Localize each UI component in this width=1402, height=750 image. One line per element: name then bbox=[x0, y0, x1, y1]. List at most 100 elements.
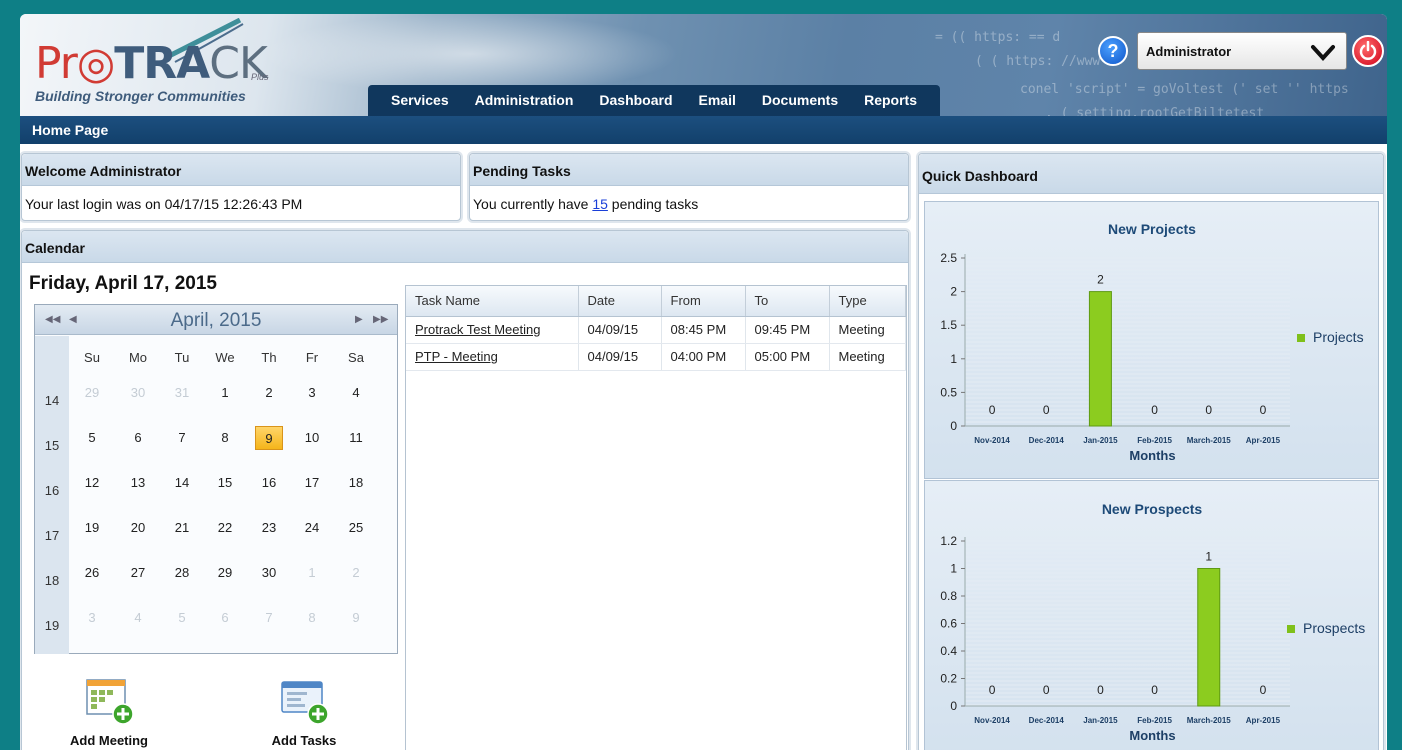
new-projects-chart-svg: New Projects 0 0.5 1 1.5 2 2.5 0 Nov-2014 0 Dec-20… bbox=[940, 221, 1364, 463]
chart-bar[interactable] bbox=[1088, 291, 1112, 427]
pending-count-link[interactable]: 15 bbox=[592, 196, 608, 212]
week-number[interactable]: 17 bbox=[35, 528, 69, 543]
calendar-month-label[interactable]: April, 2015 bbox=[35, 310, 397, 332]
nav-dashboard[interactable]: Dashboard bbox=[586, 85, 685, 117]
legend-label[interactable]: Projects bbox=[1313, 329, 1364, 345]
calendar-day[interactable]: 19 bbox=[78, 516, 106, 540]
calendar-day[interactable]: 4 bbox=[124, 606, 152, 630]
calendar-day[interactable]: 18 bbox=[342, 471, 370, 495]
task-link[interactable]: PTP - Meeting bbox=[415, 349, 498, 364]
task-to: 05:00 PM bbox=[745, 343, 830, 371]
pending-suffix: pending tasks bbox=[607, 196, 699, 212]
col-to[interactable]: To bbox=[745, 286, 830, 317]
chart-data-label: 0 bbox=[1260, 683, 1267, 697]
header-code-text: conel 'script' = goVoltest (' set '' htt… bbox=[1020, 82, 1349, 97]
calendar-day[interactable]: 5 bbox=[168, 606, 196, 630]
next-month-icon[interactable]: ▶ bbox=[355, 314, 363, 325]
add-tasks-button[interactable]: Add Tasks bbox=[244, 678, 364, 748]
day-of-week-header: Th bbox=[261, 350, 277, 365]
col-from[interactable]: From bbox=[661, 286, 746, 317]
chart-bar[interactable] bbox=[1197, 568, 1221, 707]
calendar-day[interactable]: 2 bbox=[255, 381, 283, 405]
calendar-day[interactable]: 10 bbox=[298, 426, 326, 450]
calendar-day[interactable]: 15 bbox=[211, 471, 239, 495]
calendar-day[interactable]: 13 bbox=[124, 471, 152, 495]
chart-x-tick-label: Apr-2015 bbox=[1246, 436, 1281, 445]
add-meeting-button[interactable]: Add Meeting bbox=[49, 678, 169, 748]
nav-services[interactable]: Services bbox=[378, 85, 462, 117]
next-year-icon[interactable]: ▶▶ bbox=[373, 314, 388, 325]
calendar-day[interactable]: 30 bbox=[255, 561, 283, 585]
calendar-day[interactable]: 3 bbox=[298, 381, 326, 405]
help-icon[interactable]: ? bbox=[1098, 36, 1128, 66]
calendar-day[interactable]: 1 bbox=[298, 561, 326, 585]
calendar-day[interactable]: 29 bbox=[211, 561, 239, 585]
calendar-day[interactable]: 12 bbox=[78, 471, 106, 495]
role-select-value: Administrator bbox=[1146, 44, 1232, 59]
calendar-day[interactable]: 6 bbox=[211, 606, 239, 630]
col-date[interactable]: Date bbox=[578, 286, 662, 317]
nav-documents[interactable]: Documents bbox=[749, 85, 851, 117]
calendar-day[interactable]: 16 bbox=[255, 471, 283, 495]
calendar-day[interactable]: 25 bbox=[342, 516, 370, 540]
calendar-day[interactable]: 28 bbox=[168, 561, 196, 585]
calendar-title: Calendar bbox=[22, 231, 908, 263]
calendar-day[interactable]: 14 bbox=[168, 471, 196, 495]
nav-reports[interactable]: Reports bbox=[851, 85, 930, 117]
week-number[interactable]: 19 bbox=[35, 618, 69, 633]
chart-x-tick-label: Dec-2014 bbox=[1029, 436, 1065, 445]
calendar-day[interactable]: 1 bbox=[211, 381, 239, 405]
header-code-text: ( ( https: //www bbox=[975, 54, 1101, 69]
calendar-day[interactable]: 8 bbox=[211, 426, 239, 450]
chart-title: New Prospects bbox=[1102, 501, 1203, 517]
table-row[interactable]: Protrack Test Meeting 04/09/15 08:45 PM … bbox=[406, 316, 906, 344]
calendar-day[interactable]: 23 bbox=[255, 516, 283, 540]
table-row[interactable]: PTP - Meeting 04/09/15 04:00 PM 05:00 PM… bbox=[406, 343, 906, 371]
calendar-day[interactable]: 22 bbox=[211, 516, 239, 540]
week-number[interactable]: 15 bbox=[35, 438, 69, 453]
calendar-day[interactable]: 5 bbox=[78, 426, 106, 450]
chart-x-tick-label: Jan-2015 bbox=[1083, 716, 1118, 725]
week-number[interactable]: 14 bbox=[35, 393, 69, 408]
calendar-day[interactable]: 6 bbox=[124, 426, 152, 450]
chart-x-axis-label: Months bbox=[1129, 448, 1175, 463]
nav-email[interactable]: Email bbox=[686, 85, 749, 117]
calendar-header: ◀◀ ◀ April, 2015 ▶ ▶▶ bbox=[35, 305, 397, 335]
logo-brand-pr: Pr bbox=[35, 38, 78, 89]
calendar-day[interactable]: 9 bbox=[342, 606, 370, 630]
calendar-day[interactable]: 17 bbox=[298, 471, 326, 495]
add-meeting-label: Add Meeting bbox=[70, 733, 148, 748]
col-type[interactable]: Type bbox=[829, 286, 906, 317]
calendar-day[interactable]: 4 bbox=[342, 381, 370, 405]
power-icon[interactable] bbox=[1352, 35, 1384, 67]
nav-administration[interactable]: Administration bbox=[462, 85, 587, 117]
role-select[interactable]: Administrator bbox=[1137, 32, 1347, 70]
calendar-day[interactable]: 29 bbox=[78, 381, 106, 405]
chart-y-tick-label: 0 bbox=[950, 699, 957, 713]
calendar-day[interactable]: 7 bbox=[168, 426, 196, 450]
calendar-day[interactable]: 3 bbox=[78, 606, 106, 630]
calendar-day[interactable]: 21 bbox=[168, 516, 196, 540]
breadcrumb-home[interactable]: Home Page bbox=[32, 122, 108, 138]
task-link[interactable]: Protrack Test Meeting bbox=[415, 322, 540, 337]
new-projects-chart: New Projects 0 0.5 1 1.5 2 2.5 0 Nov-2014 0 Dec-20… bbox=[924, 201, 1379, 479]
calendar-day[interactable]: 30 bbox=[124, 381, 152, 405]
calendar-day[interactable]: 26 bbox=[78, 561, 106, 585]
calendar-day[interactable]: 31 bbox=[168, 381, 196, 405]
mini-calendar: ◀◀ ◀ April, 2015 ▶ ▶▶ Su Mo Tu We Th Fr Sa 14 29… bbox=[34, 304, 398, 654]
calendar-day[interactable]: 11 bbox=[342, 426, 370, 450]
logo-o-icon: ◎ bbox=[76, 38, 115, 89]
calendar-day[interactable]: 20 bbox=[124, 516, 152, 540]
legend-label[interactable]: Prospects bbox=[1303, 620, 1365, 636]
week-number[interactable]: 18 bbox=[35, 573, 69, 588]
calendar-day[interactable]: 24 bbox=[298, 516, 326, 540]
calendar-day[interactable]: 27 bbox=[124, 561, 152, 585]
week-number[interactable]: 16 bbox=[35, 483, 69, 498]
calendar-day[interactable]: 8 bbox=[298, 606, 326, 630]
col-task-name[interactable]: Task Name bbox=[406, 286, 579, 317]
chart-y-tick-label: 0.2 bbox=[940, 672, 957, 686]
calendar-day[interactable]: 7 bbox=[255, 606, 283, 630]
calendar-day[interactable]: 2 bbox=[342, 561, 370, 585]
calendar-day-selected[interactable]: 9 bbox=[255, 426, 283, 450]
protrack-logo[interactable]: Pr◎TRACK Plus Building Stronger Communit… bbox=[35, 18, 295, 104]
